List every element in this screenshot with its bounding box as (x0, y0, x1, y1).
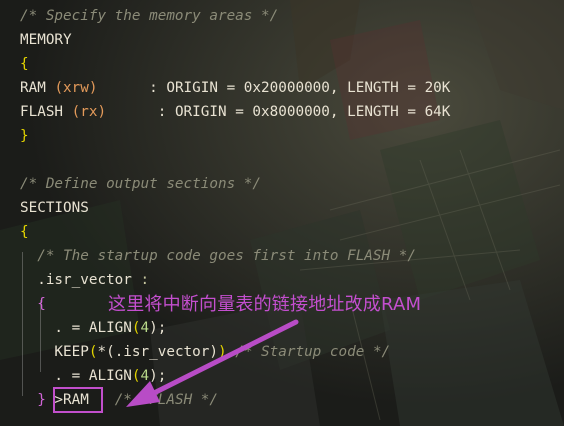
code-token: : ORIGIN = 0x20000000, LENGTH = 20K (97, 80, 451, 96)
code-token: . = ALIGN (20, 320, 132, 336)
code-token: { (20, 56, 29, 72)
code-token: : (140, 272, 150, 288)
code-token: MEMORY (20, 32, 72, 48)
code-token: *(.isr_vector) (97, 344, 218, 360)
code-token: /* Define output sections */ (20, 176, 262, 192)
code-token: } (37, 392, 46, 408)
code-line: SECTIONS (20, 196, 89, 220)
code-line: /* The startup code goes first into FLAS… (20, 244, 416, 268)
code-token: (xrw) (54, 80, 98, 96)
code-token: ( (131, 368, 141, 384)
code-line: } >RAM /* >FLASH */ (20, 388, 218, 412)
code-line: /* Specify the memory areas */ (20, 4, 278, 28)
code-line: { (20, 220, 29, 244)
code-line: .isr_vector : (20, 268, 149, 292)
code-token: FLASH (20, 104, 72, 120)
code-token: ) (218, 344, 227, 360)
code-line: MEMORY (20, 28, 72, 52)
code-token: (rx) (71, 104, 107, 120)
code-token: SECTIONS (20, 200, 89, 216)
code-token: /* Specify the memory areas */ (20, 8, 279, 24)
code-line: { (20, 52, 29, 76)
code-line: . = ALIGN(4); (20, 316, 166, 340)
code-line: KEEP(*(.isr_vector)) /* Startup code */ (20, 340, 390, 364)
code-line: . = ALIGN(4); (20, 364, 166, 388)
code-token: { (37, 296, 46, 312)
annotation-label: 这里将中断向量表的链接地址改成RAM (108, 294, 422, 315)
code-line: } (20, 124, 29, 148)
code-token: ); (149, 320, 167, 336)
code-line: RAM (xrw) : ORIGIN = 0x20000000, LENGTH … (20, 76, 450, 100)
code-token: /* The startup code goes first into FLAS… (37, 248, 416, 264)
code-token: KEEP (20, 344, 89, 360)
code-token: } (20, 128, 29, 144)
code-token: 4 (140, 368, 150, 384)
code-line: FLASH (rx) : ORIGIN = 0x8000000, LENGTH … (20, 100, 450, 124)
code-token: ( (131, 320, 141, 336)
code-token: . = ALIGN (20, 368, 132, 384)
code-line: /* Define output sections */ (20, 172, 261, 196)
code-token: : ORIGIN = 0x8000000, LENGTH = 64K (106, 104, 451, 120)
code-token: /* >FLASH */ (114, 392, 218, 408)
ram-highlight-box (53, 387, 103, 413)
code-token: 4 (140, 320, 150, 336)
code-token: { (20, 224, 29, 240)
code-token: ); (149, 368, 167, 384)
code-line: { (20, 292, 46, 316)
code-token: RAM (20, 80, 55, 96)
code-token: /* Startup code */ (235, 344, 391, 360)
code-token: .isr_vector (20, 272, 141, 288)
